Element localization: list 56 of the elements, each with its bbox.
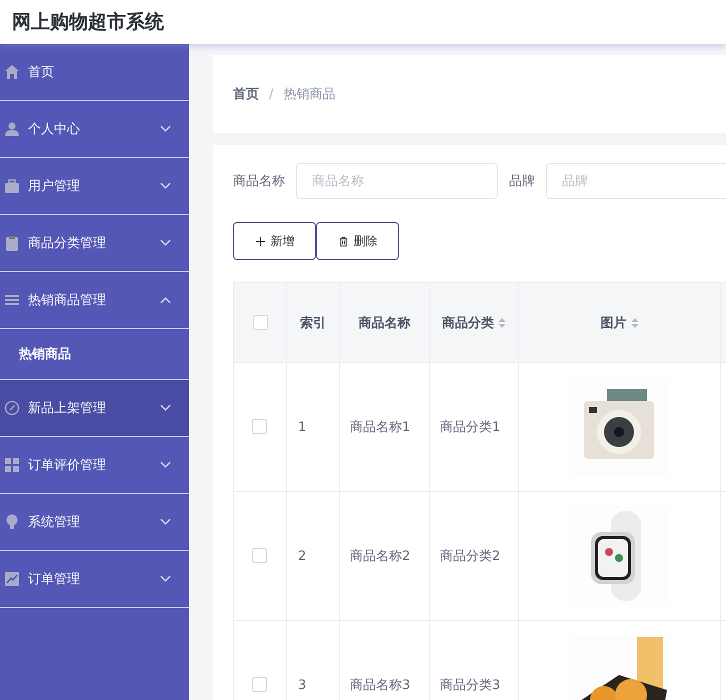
grid-icon — [4, 457, 20, 473]
menu-item[interactable]: 个人中心 — [0, 101, 189, 158]
home-icon — [4, 64, 20, 80]
table-cell: 3 — [298, 678, 306, 692]
column-header[interactable]: 商品分类 — [430, 282, 518, 362]
row-checkbox[interactable] — [252, 419, 267, 434]
app-title: 网上购物超市系统 — [12, 10, 164, 35]
menu-item[interactable]: 首页 — [0, 44, 189, 101]
search-field[interactable]: 商品名称 — [296, 163, 498, 199]
breadcrumb-item[interactable]: 首页 — [233, 85, 259, 103]
table-cell: 商品名称2 — [350, 549, 410, 564]
menu-item[interactable]: 商品分类管理 — [0, 215, 189, 272]
table-cell: 商品分类1 — [440, 420, 500, 435]
chevron-icon — [160, 518, 171, 526]
trash-icon — [338, 236, 348, 246]
column-header[interactable]: 商品名称 — [340, 282, 430, 362]
compass-icon — [4, 400, 20, 416]
table-cell: 商品名称1 — [350, 420, 410, 435]
menu-item[interactable]: 订单评价管理 — [0, 437, 189, 494]
search-field[interactable]: 品牌 — [546, 163, 726, 199]
menu-item[interactable]: 新品上架管理 — [0, 380, 189, 437]
chevron-icon — [160, 461, 171, 469]
table-cell: 商品名称3 — [350, 678, 410, 693]
menu-icon — [4, 292, 20, 308]
table-cell: 商品分类2 — [440, 549, 500, 564]
table-cell: 1 — [298, 420, 306, 434]
plus-icon — [254, 236, 266, 246]
field-label: 商品名称 — [233, 173, 285, 190]
sort-icon[interactable] — [498, 316, 506, 328]
user-icon — [4, 121, 20, 137]
bulb-icon — [4, 514, 20, 530]
row-checkbox[interactable] — [252, 677, 267, 692]
add-button[interactable]: 新增 — [233, 222, 316, 260]
row-checkbox[interactable] — [252, 548, 267, 564]
chevron-icon — [160, 296, 171, 304]
chevron-icon — [160, 575, 171, 583]
clipboard-icon — [4, 235, 20, 251]
chevron-icon — [160, 239, 171, 247]
menu-item[interactable]: 用户管理 — [0, 158, 189, 215]
chevron-icon — [160, 404, 171, 412]
column-header[interactable]: 索引 — [286, 282, 340, 362]
briefcase-icon — [4, 178, 20, 194]
menu-item[interactable]: 订单管理 — [0, 551, 189, 608]
chevron-icon — [160, 125, 171, 133]
menu-item[interactable]: 热销商品管理 — [0, 272, 189, 329]
chevron-icon — [160, 182, 171, 190]
sort-icon[interactable] — [630, 316, 638, 328]
field-label: 品牌 — [509, 173, 535, 190]
menu-item[interactable]: 系统管理 — [0, 494, 189, 551]
table-cell: 商品分类3 — [440, 678, 500, 693]
column-header[interactable]: 图片 — [518, 282, 720, 362]
chart-icon — [4, 571, 20, 587]
select-all-checkbox[interactable] — [252, 314, 268, 330]
delete-button[interactable]: 删除 — [316, 222, 399, 260]
breadcrumb-separator: / — [269, 86, 274, 102]
table-cell: 2 — [298, 548, 306, 564]
